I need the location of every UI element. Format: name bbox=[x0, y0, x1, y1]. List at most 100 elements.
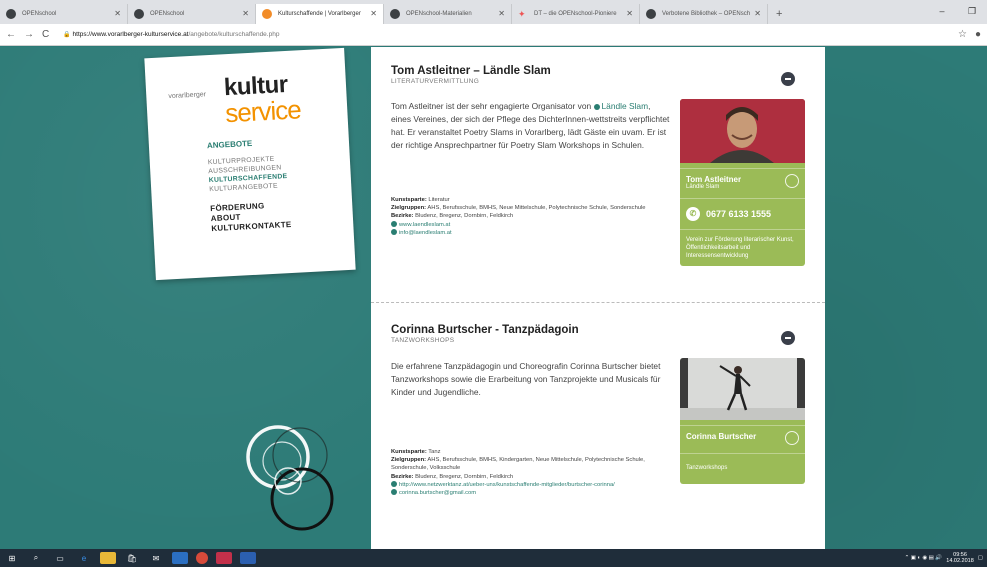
content-panel: Tom Astleitner – Ländle Slam LITERATURVE… bbox=[371, 47, 825, 549]
nav-angebote[interactable]: ANGEBOTE bbox=[207, 137, 288, 150]
meta-label: Zielgruppen: bbox=[391, 457, 427, 464]
entry-title: Tom Astleitner – Ländle Slam bbox=[391, 65, 551, 77]
logo-service[interactable]: service bbox=[225, 94, 302, 129]
laendle-slam-link[interactable]: Ländle Slam bbox=[602, 101, 649, 111]
contact-name-block: Corinna Burtscher bbox=[680, 425, 805, 453]
tray-icons[interactable]: ⌃ ▣ ◐ ◉ ▤ 🔊 bbox=[905, 555, 943, 561]
clock[interactable]: 09:56 14.02.2018 bbox=[946, 552, 974, 564]
entry-description: Tom Astleitner ist der sehr engagierte O… bbox=[391, 100, 671, 152]
lock-icon: 🔒 bbox=[63, 31, 71, 38]
bookmark-star-icon[interactable]: ☆ bbox=[958, 29, 967, 40]
reload-button[interactable]: C bbox=[42, 29, 49, 40]
entry-category: LITERATURVERMITTLUNG bbox=[391, 78, 480, 85]
github-icon bbox=[390, 9, 400, 19]
arrow-icon bbox=[391, 228, 397, 235]
tab-kulturschaffende[interactable]: Kulturschaffende | Vorarlberger ✕ bbox=[256, 4, 384, 24]
tab-close-icon[interactable]: ✕ bbox=[370, 4, 377, 24]
phone-row[interactable]: ✆ 0677 6133 1555 bbox=[680, 198, 805, 229]
tab-title: OPENschool-Materialien bbox=[406, 11, 472, 17]
edge-icon[interactable]: e bbox=[76, 552, 92, 564]
desc-text: Tom Astleitner ist der sehr engagierte O… bbox=[391, 101, 594, 111]
url-host: https://www.vorarlberger-kulturservice.a… bbox=[72, 30, 189, 38]
new-tab-button[interactable]: + bbox=[768, 4, 790, 24]
entry-title: Corinna Burtscher - Tanzpädagoin bbox=[391, 324, 579, 336]
contact-card: Tom Astleitner Ländle Slam ✆ 0677 6133 1… bbox=[680, 99, 805, 266]
meta-value: Literatur bbox=[426, 197, 450, 203]
zoom-icon[interactable] bbox=[785, 174, 799, 188]
notification-icon[interactable]: ▢ bbox=[978, 555, 983, 561]
task-view-icon[interactable]: ▭ bbox=[52, 552, 68, 564]
store-icon[interactable]: 🛍 bbox=[124, 552, 140, 564]
outlook-icon[interactable] bbox=[172, 552, 188, 564]
meta-kunstsparte: Kunstsparte: Literatur bbox=[391, 196, 673, 204]
contact-name: Corinna Burtscher bbox=[686, 432, 757, 441]
minimize-button[interactable]: – bbox=[927, 0, 957, 22]
word-icon[interactable] bbox=[240, 552, 256, 564]
decorative-rings bbox=[246, 425, 334, 531]
url-input[interactable]: 🔒 https://www.vorarlberger-kulturservice… bbox=[57, 27, 950, 43]
meta-label: Kunstsparte: bbox=[391, 197, 427, 203]
tab-close-icon[interactable]: ✕ bbox=[626, 4, 633, 24]
star-icon: ✦ bbox=[518, 9, 526, 19]
collapse-icon[interactable] bbox=[781, 72, 795, 86]
account-icon[interactable]: ● bbox=[975, 29, 981, 40]
meta-label: Bezirke: bbox=[391, 473, 414, 480]
page-background: vorarlberger kultur service ANGEBOTE KUL… bbox=[0, 47, 987, 549]
tab-title: Kulturschaffende | Vorarlberger bbox=[278, 11, 361, 17]
meta-bezirke: Bezirke: Bludenz, Bregenz, Dornbirn, Fel… bbox=[391, 212, 673, 220]
contact-name: Tom Astleitner bbox=[686, 175, 742, 184]
tab-title: OPENschool bbox=[150, 11, 185, 17]
back-button[interactable]: ← bbox=[6, 29, 16, 40]
zoom-icon[interactable] bbox=[785, 431, 799, 445]
person-photo bbox=[680, 358, 805, 420]
collapse-icon[interactable] bbox=[781, 331, 795, 345]
meta-value: AHS, Berufsschule, BMHS, Neue Mittelschu… bbox=[426, 205, 646, 212]
file-explorer-icon[interactable] bbox=[100, 552, 116, 564]
tab-close-icon[interactable]: ✕ bbox=[754, 4, 761, 24]
entry-category: TANZWORKSHOPS bbox=[391, 337, 455, 344]
entry-description: Die erfahrene Tanzpädagogin und Choreogr… bbox=[391, 361, 661, 397]
email-link[interactable]: corinna.burtscher@gmail.com bbox=[399, 490, 476, 496]
maximize-button[interactable]: ❐ bbox=[957, 0, 987, 22]
forward-button[interactable]: → bbox=[24, 29, 34, 40]
email-link-row: corinna.burtscher@gmail.com bbox=[391, 489, 673, 497]
meta-label: Bezirke: bbox=[391, 213, 414, 220]
email-link[interactable]: info@laendleslam.at bbox=[399, 230, 452, 236]
tab-close-icon[interactable]: ✕ bbox=[114, 4, 121, 24]
system-tray: ⌃ ▣ ◐ ◉ ▤ 🔊 09:56 14.02.2018 ▢ bbox=[905, 549, 983, 567]
clock-date: 14.02.2018 bbox=[946, 558, 974, 564]
tab-close-icon[interactable]: ✕ bbox=[242, 4, 249, 24]
chrome-icon[interactable] bbox=[196, 552, 208, 564]
tab-materialien[interactable]: OPENschool-Materialien ✕ bbox=[384, 4, 512, 24]
meta-zielgruppen: Zielgruppen: AHS, Berufsschule, BMHS, Ki… bbox=[391, 456, 673, 472]
contact-org: Ländle Slam bbox=[686, 184, 720, 190]
meta-kunstsparte: Kunstsparte: Tanz bbox=[391, 448, 673, 456]
tab-pioniere[interactable]: ✦ DT – die OPENschool-Pioniere ✕ bbox=[512, 4, 640, 24]
address-bar: ← → C 🔒 https://www.vorarlberger-kulturs… bbox=[0, 24, 987, 46]
meta-value: Tanz bbox=[426, 449, 441, 455]
github-icon bbox=[646, 9, 656, 19]
windows-start-icon[interactable]: ⊞ bbox=[4, 552, 20, 564]
website-link[interactable]: www.laendleslam.at bbox=[399, 222, 450, 228]
windows-taskbar: ⊞ ⌕ ▭ e 🛍 ✉ ⌃ ▣ ◐ ◉ ▤ 🔊 09:56 14.02.2018… bbox=[0, 549, 987, 567]
app-icon[interactable] bbox=[216, 552, 232, 564]
tab-openschool-1[interactable]: OPENschool ✕ bbox=[0, 4, 128, 24]
entry-meta: Kunstsparte: Literatur Zielgruppen: AHS,… bbox=[391, 196, 673, 237]
entry-corinna-burtscher: Corinna Burtscher - Tanzpädagoin TANZWOR… bbox=[391, 324, 807, 549]
kultur-icon bbox=[262, 9, 272, 19]
contact-card: Corinna Burtscher Tanzworkshops bbox=[680, 358, 805, 484]
mail-icon[interactable]: ✉ bbox=[148, 552, 164, 564]
phone-number: 0677 6133 1555 bbox=[706, 209, 772, 219]
tab-close-icon[interactable]: ✕ bbox=[498, 4, 505, 24]
meta-value: AHS, Berufsschule, BMHS, Kindergarten, N… bbox=[391, 457, 645, 472]
tab-openschool-2[interactable]: OPENschool ✕ bbox=[128, 4, 256, 24]
tab-bibliothek[interactable]: Verbotene Bibliothek – OPENsch ✕ bbox=[640, 4, 768, 24]
window-controls: – ❐ bbox=[927, 0, 987, 22]
search-icon[interactable]: ⌕ bbox=[28, 552, 44, 564]
logo-nav-card: vorarlberger kultur service ANGEBOTE KUL… bbox=[144, 47, 356, 281]
github-icon bbox=[134, 9, 144, 19]
link-icon bbox=[593, 104, 600, 110]
entry-divider bbox=[371, 302, 825, 303]
contact-name-block: Tom Astleitner Ländle Slam bbox=[680, 168, 805, 198]
website-link[interactable]: http://www.netzwerktanz.at/ueber-uns/kun… bbox=[399, 482, 615, 488]
